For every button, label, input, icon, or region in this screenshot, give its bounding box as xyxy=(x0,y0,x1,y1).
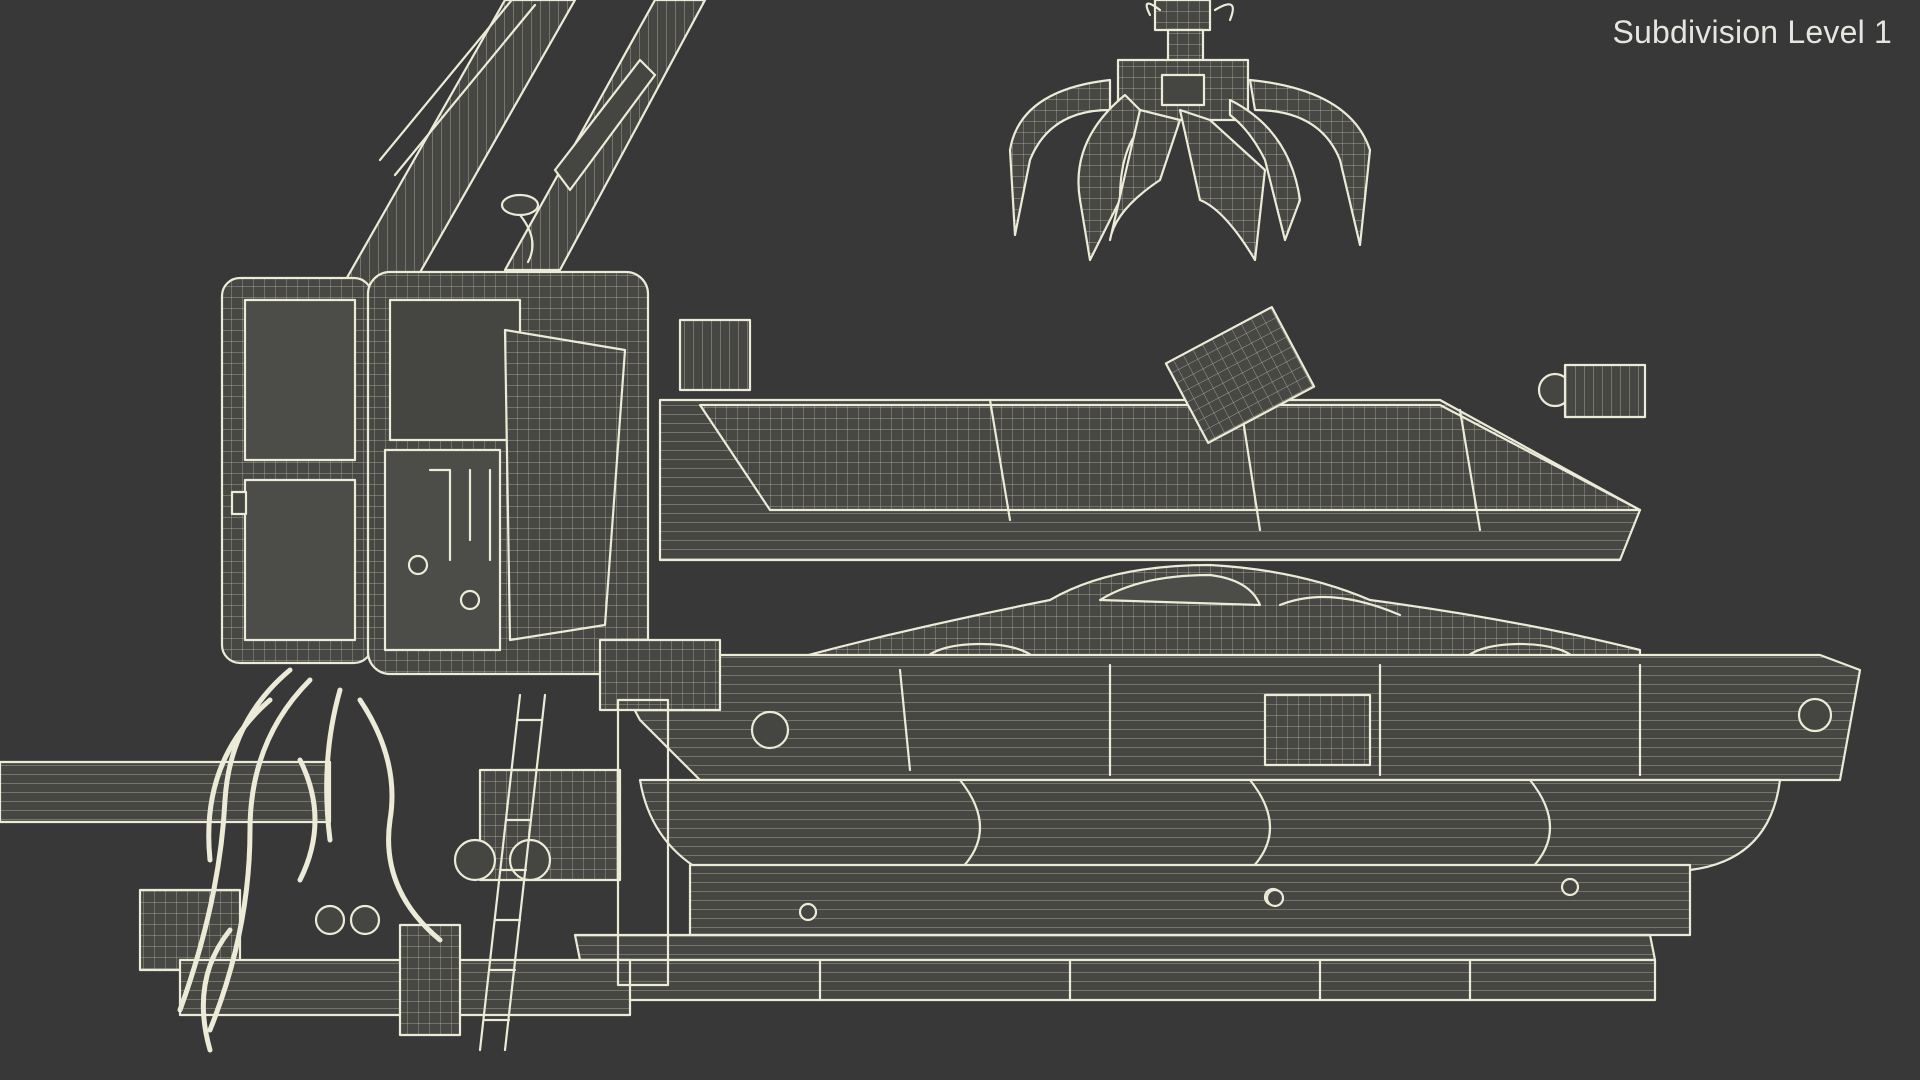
grapple-claw xyxy=(1008,0,1372,262)
operator-cabin xyxy=(220,270,650,676)
wireframe-render xyxy=(0,0,1862,1053)
viewport: Subdivision Level 1 xyxy=(0,0,1920,1080)
press-lid xyxy=(658,305,1647,562)
side-pipe xyxy=(0,760,332,824)
press-chamber xyxy=(603,653,1862,937)
crane-boom xyxy=(338,0,707,292)
viewport-label: Subdivision Level 1 xyxy=(1612,14,1892,50)
